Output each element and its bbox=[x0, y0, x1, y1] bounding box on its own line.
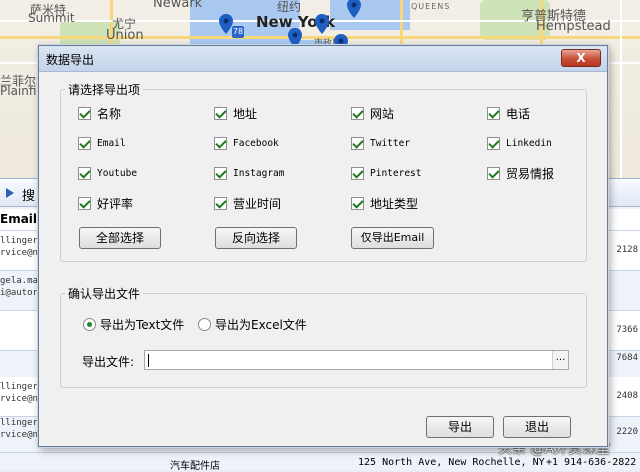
row-email: gela.ma bbox=[0, 276, 38, 286]
select-all-button[interactable]: 全部选择 bbox=[79, 227, 161, 249]
export-button[interactable]: 导出 bbox=[426, 416, 494, 438]
checkbox-checked-icon bbox=[487, 106, 500, 120]
checkbox-rating[interactable]: 好评率 bbox=[78, 195, 133, 211]
checkbox-address-type[interactable]: 地址类型 bbox=[351, 195, 418, 211]
checkbox-trade-intel[interactable]: 贸易情报 bbox=[487, 165, 554, 181]
map-label-summit: Summit bbox=[28, 11, 75, 25]
row-phone: 2220 bbox=[616, 427, 638, 437]
close-button[interactable]: X bbox=[561, 49, 601, 67]
checkbox-address[interactable]: 地址 bbox=[214, 105, 257, 121]
exit-button[interactable]: 退出 bbox=[503, 416, 571, 438]
checkbox-phone[interactable]: 电话 bbox=[487, 105, 530, 121]
checkbox-email[interactable]: Email bbox=[78, 135, 126, 151]
radio-unselected-icon bbox=[198, 317, 211, 331]
map-pin-icon[interactable] bbox=[315, 14, 329, 34]
checkbox-checked-icon bbox=[214, 136, 227, 150]
file-path-label: 导出文件: bbox=[82, 355, 135, 369]
row-phone: 2408 bbox=[616, 391, 638, 401]
text-caret bbox=[148, 354, 149, 367]
checkbox-pinterest[interactable]: Pinterest bbox=[351, 165, 421, 181]
export-email-only-button[interactable]: 仅导出Email bbox=[351, 227, 434, 249]
row-email: rvice@n bbox=[0, 430, 38, 440]
row-address: 125 North Ave, New Rochelle, NY bbox=[358, 457, 545, 468]
map-label-newark: Newark bbox=[153, 0, 203, 11]
checkbox-checked-icon bbox=[351, 136, 364, 150]
group-title-file: 确认导出文件 bbox=[65, 285, 144, 302]
play-icon[interactable] bbox=[6, 188, 14, 198]
checkbox-hours[interactable]: 营业时间 bbox=[214, 195, 281, 211]
map-label-queens: QUEENS bbox=[411, 2, 451, 11]
row-phone: +1 914-636-2822 bbox=[546, 457, 637, 468]
row-email: rvice@n bbox=[0, 248, 38, 258]
table-row[interactable]: 汽车配件店 125 North Ave, New Rochelle, NY +1… bbox=[170, 457, 640, 472]
route-shield-icon: 78 bbox=[232, 26, 244, 38]
radio-selected-icon bbox=[83, 317, 96, 331]
map-label-hempstead: Hempstead bbox=[536, 19, 611, 34]
row-email: llinger@ bbox=[0, 382, 44, 392]
invert-selection-button[interactable]: 反向选择 bbox=[215, 227, 297, 249]
dialog-titlebar[interactable]: 数据导出 X bbox=[39, 46, 607, 72]
row-email: llinger@ bbox=[0, 236, 44, 246]
checkbox-website[interactable]: 网站 bbox=[351, 105, 394, 121]
checkbox-checked-icon bbox=[487, 136, 500, 150]
row-phone: 2128 bbox=[616, 245, 638, 255]
checkbox-checked-icon bbox=[78, 106, 91, 120]
checkbox-instagram[interactable]: Instagram bbox=[214, 165, 284, 181]
search-button[interactable]: 搜 bbox=[22, 185, 35, 204]
checkbox-checked-icon bbox=[487, 166, 500, 180]
checkbox-name[interactable]: 名称 bbox=[78, 105, 121, 121]
checkbox-checked-icon bbox=[214, 196, 227, 210]
map-pin-icon[interactable] bbox=[219, 14, 233, 34]
checkbox-twitter[interactable]: Twitter bbox=[351, 135, 410, 151]
checkbox-checked-icon bbox=[351, 166, 364, 180]
row-email: rvice@n bbox=[0, 394, 38, 404]
checkbox-checked-icon bbox=[351, 106, 364, 120]
checkbox-youtube[interactable]: Youtube bbox=[78, 165, 137, 181]
checkbox-checked-icon bbox=[351, 196, 364, 210]
radio-export-excel[interactable]: 导出为Excel文件 bbox=[198, 316, 307, 332]
confirm-file-group: 确认导出文件 bbox=[60, 285, 587, 388]
row-email: i@autor bbox=[0, 288, 38, 298]
file-path-input[interactable] bbox=[144, 350, 569, 370]
dialog-title: 数据导出 bbox=[46, 53, 95, 67]
radio-export-text[interactable]: 导出为Text文件 bbox=[83, 316, 184, 332]
browse-button[interactable]: ... bbox=[552, 351, 568, 369]
checkbox-checked-icon bbox=[78, 136, 91, 150]
row-phone: 7684 bbox=[616, 353, 638, 363]
row-email: llinger@ bbox=[0, 418, 44, 428]
checkbox-checked-icon bbox=[78, 196, 91, 210]
export-dialog: 数据导出 X 请选择导出项 名称 地址 网站 电话 Email Facebook… bbox=[38, 45, 608, 447]
checkbox-facebook[interactable]: Facebook bbox=[214, 135, 279, 151]
checkbox-checked-icon bbox=[214, 106, 227, 120]
map-pin-icon[interactable] bbox=[347, 0, 361, 18]
group-title-options: 请选择导出项 bbox=[65, 81, 144, 98]
map-label-union: Union bbox=[106, 28, 144, 43]
checkbox-checked-icon bbox=[78, 166, 91, 180]
checkbox-checked-icon bbox=[214, 166, 227, 180]
row-phone: 7366 bbox=[616, 325, 638, 335]
checkbox-linkedin[interactable]: Linkedin bbox=[487, 135, 552, 151]
